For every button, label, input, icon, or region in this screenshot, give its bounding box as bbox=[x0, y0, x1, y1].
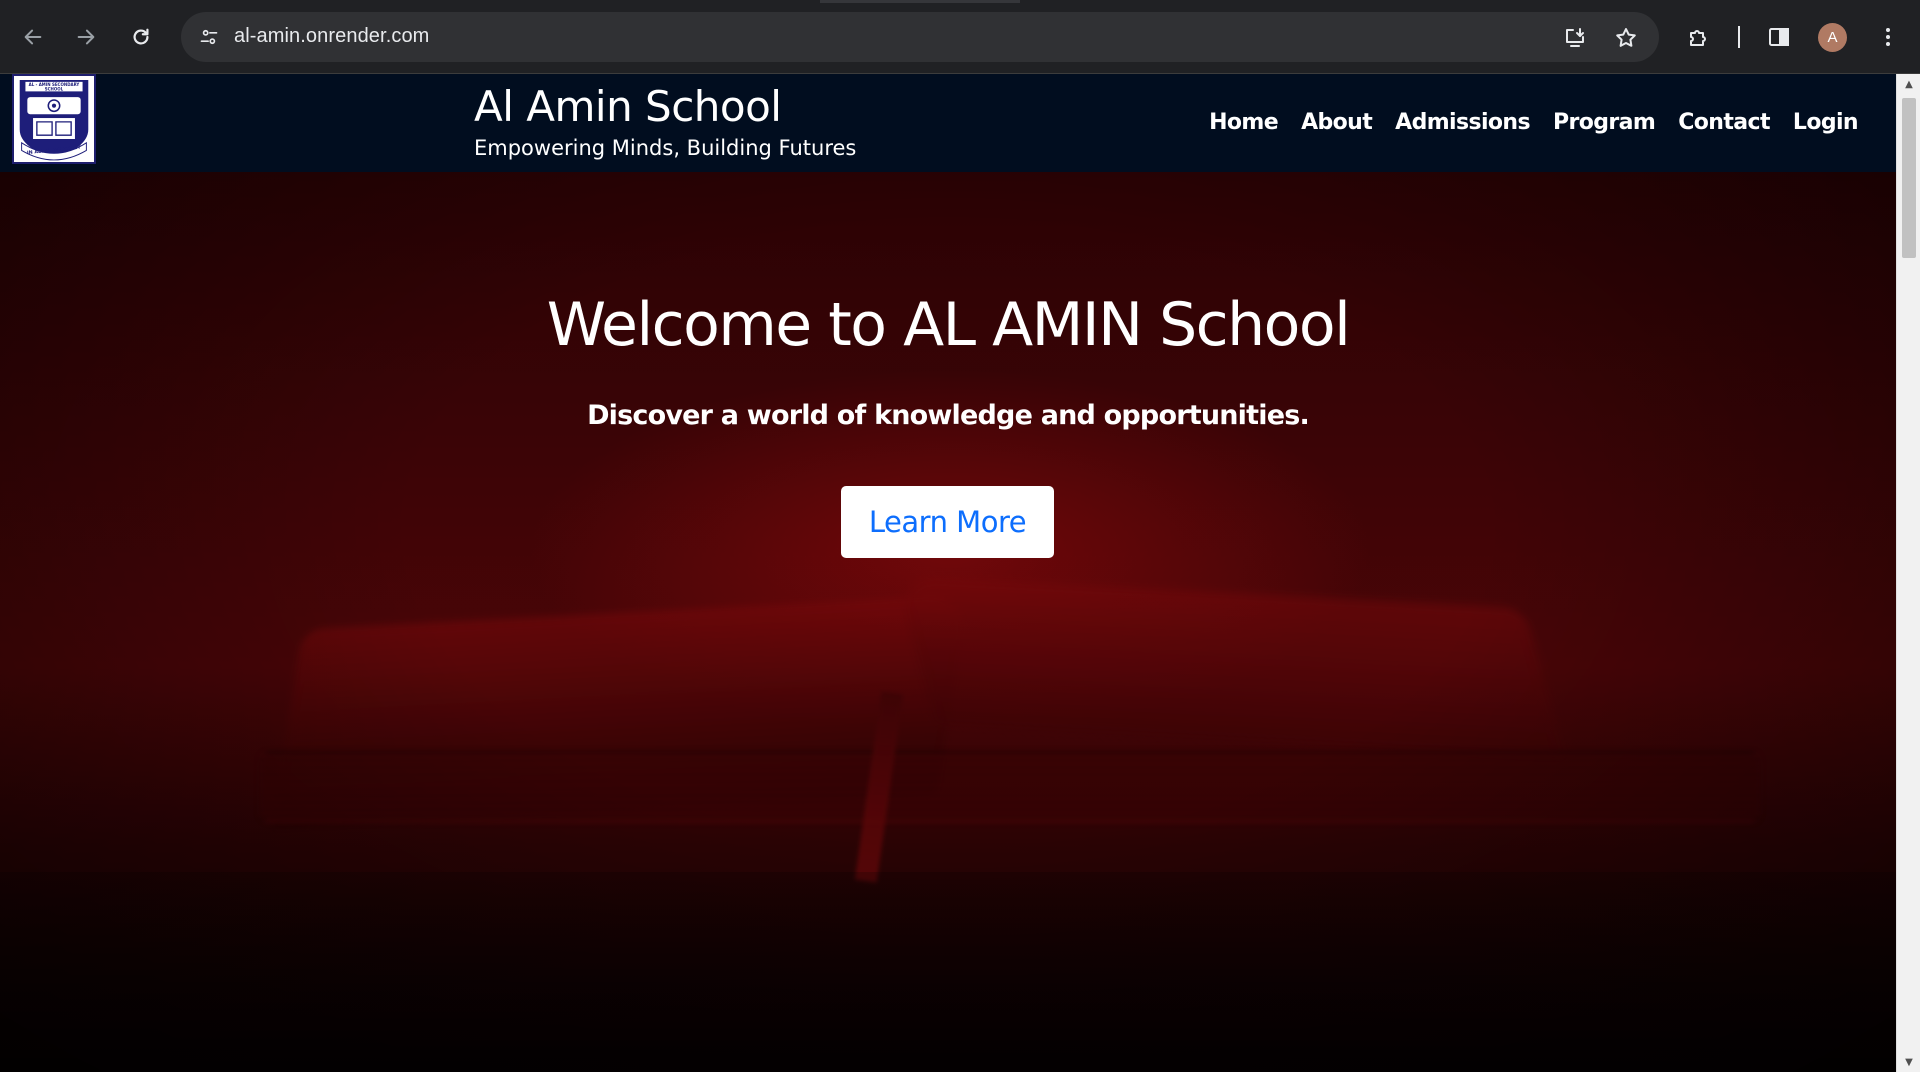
school-logo[interactable]: AL - AMIN SECONDARY SCHOOL IN ALLAH WE T… bbox=[12, 74, 96, 164]
star-icon[interactable] bbox=[1612, 24, 1640, 52]
site-title[interactable]: Al Amin School bbox=[474, 82, 782, 131]
hero-section: Welcome to AL AMIN School Discover a wor… bbox=[0, 172, 1896, 1072]
active-tab-indicator bbox=[820, 0, 1020, 3]
main-navigation: Home About Admissions Program Contact Lo… bbox=[1209, 110, 1859, 135]
page-viewport: AL - AMIN SECONDARY SCHOOL IN ALLAH WE T… bbox=[0, 74, 1896, 1072]
nav-link-about[interactable]: About bbox=[1301, 110, 1373, 135]
svg-text:SCHOOL: SCHOOL bbox=[45, 86, 64, 91]
hero-background-book-left bbox=[270, 594, 970, 830]
nav-link-admissions[interactable]: Admissions bbox=[1395, 110, 1530, 135]
site-header: AL - AMIN SECONDARY SCHOOL IN ALLAH WE T… bbox=[0, 74, 1896, 172]
nav-link-program[interactable]: Program bbox=[1553, 110, 1656, 135]
nav-link-home[interactable]: Home bbox=[1209, 110, 1279, 135]
toolbar-divider bbox=[1738, 26, 1740, 48]
hero-background-pages bbox=[260, 752, 1760, 822]
hero-title: Welcome to AL AMIN School bbox=[546, 290, 1351, 360]
school-crest-icon: AL - AMIN SECONDARY SCHOOL IN ALLAH WE T… bbox=[14, 76, 94, 162]
site-tagline: Empowering Minds, Building Futures bbox=[474, 136, 857, 160]
hero-background-table bbox=[0, 872, 1896, 1072]
page-scrollbar[interactable]: ▲ ▼ bbox=[1896, 74, 1920, 1072]
install-app-icon[interactable] bbox=[1561, 24, 1589, 52]
side-panel-icon[interactable] bbox=[1764, 22, 1794, 52]
browser-toolbar: al-amin.onrender.com A bbox=[0, 0, 1920, 74]
reload-icon[interactable] bbox=[124, 20, 158, 54]
hero-background-bookmark bbox=[854, 691, 904, 883]
learn-more-button[interactable]: Learn More bbox=[841, 486, 1054, 558]
url-text[interactable]: al-amin.onrender.com bbox=[234, 25, 429, 48]
tune-icon[interactable] bbox=[193, 21, 225, 53]
profile-avatar[interactable]: A bbox=[1818, 23, 1847, 52]
hero-background-book-right bbox=[894, 575, 1566, 759]
nav-link-contact[interactable]: Contact bbox=[1678, 110, 1770, 135]
nav-link-login[interactable]: Login bbox=[1793, 110, 1859, 135]
address-bar[interactable]: al-amin.onrender.com bbox=[181, 12, 1659, 62]
scroll-up-arrow-icon[interactable]: ▲ bbox=[1897, 74, 1920, 94]
forward-arrow-icon[interactable] bbox=[69, 20, 103, 54]
scroll-down-arrow-icon[interactable]: ▼ bbox=[1897, 1052, 1920, 1072]
puzzle-icon[interactable] bbox=[1684, 22, 1714, 52]
hero-subtitle: Discover a world of knowledge and opport… bbox=[587, 400, 1310, 431]
back-arrow-icon[interactable] bbox=[16, 20, 50, 54]
kebab-menu-icon[interactable] bbox=[1873, 22, 1903, 52]
scrollbar-thumb[interactable] bbox=[1902, 98, 1916, 258]
